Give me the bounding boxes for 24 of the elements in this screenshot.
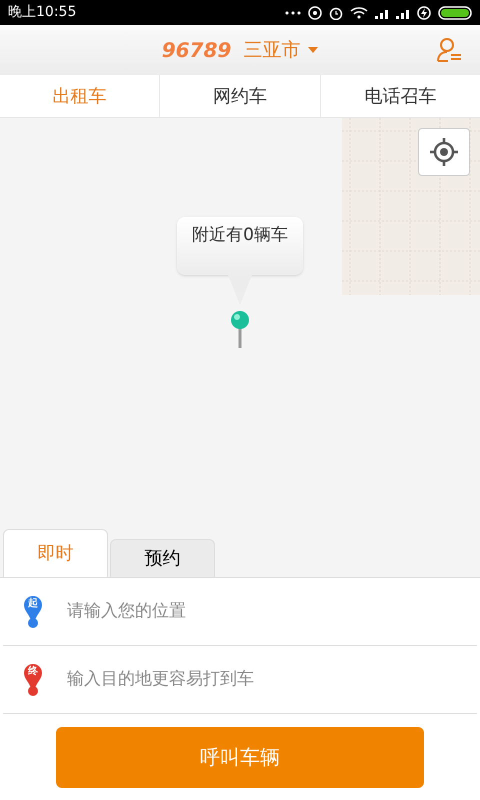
nearby-text: 附近有0辆车 bbox=[192, 224, 288, 247]
mode-tab[interactable]: 即时 bbox=[3, 529, 108, 577]
wifi-icon bbox=[350, 6, 368, 18]
charging-icon bbox=[417, 6, 431, 20]
alarm-icon bbox=[329, 6, 343, 20]
city-selector[interactable]: 三亚市 bbox=[243, 36, 318, 64]
user-icon[interactable] bbox=[436, 37, 462, 63]
map-pin-icon bbox=[230, 310, 250, 348]
locate-icon bbox=[430, 138, 458, 166]
more-icon bbox=[285, 10, 301, 14]
address-field[interactable]: 请输入您的位置 bbox=[67, 598, 477, 624]
service-tab[interactable]: 网约车 bbox=[159, 75, 320, 117]
service-tab[interactable]: 电话召车 bbox=[320, 75, 480, 117]
status-time: 晚上10:55 bbox=[8, 3, 76, 22]
logo: 96789 bbox=[162, 37, 232, 64]
call-button[interactable]: 呼叫车辆 bbox=[56, 726, 424, 788]
bubble-pointer-icon bbox=[228, 275, 252, 305]
service-tab[interactable]: 出租车 bbox=[0, 75, 160, 117]
caret-icon bbox=[308, 47, 318, 53]
battery-icon bbox=[438, 6, 472, 20]
locate-button[interactable] bbox=[418, 128, 470, 176]
address-field[interactable]: 输入目的地更容易打到车 bbox=[67, 666, 477, 692]
mode-tab[interactable]: 预约 bbox=[110, 539, 215, 577]
hotspot-icon bbox=[308, 6, 322, 20]
